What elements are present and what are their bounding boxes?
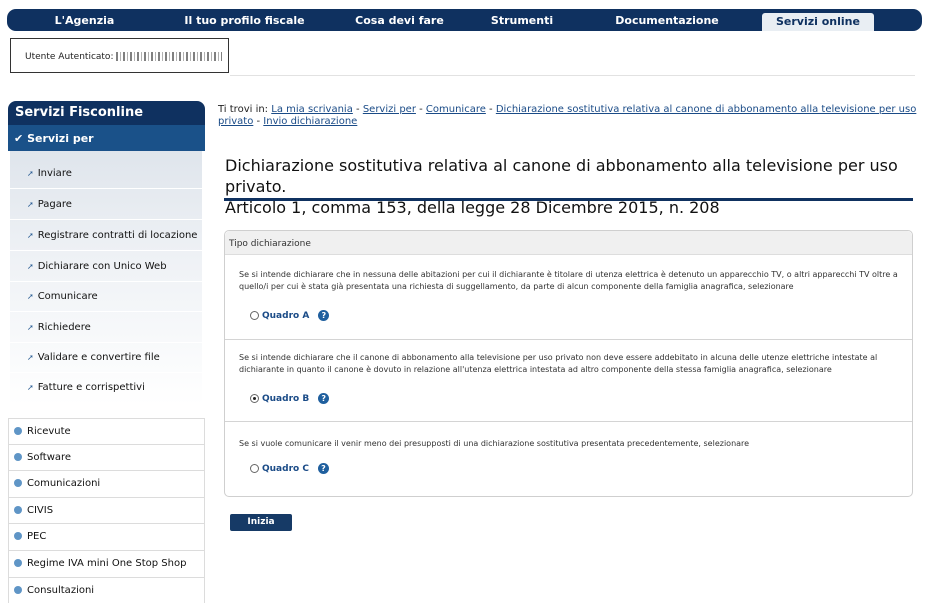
bullet-icon [14, 532, 22, 541]
breadcrumb-scrivania[interactable]: La mia scrivania [271, 104, 353, 115]
sidebar-item-label: Richiedere [37, 322, 91, 333]
option-label: Quadro C [262, 463, 309, 474]
breadcrumb-comunicare[interactable]: Comunicare [426, 104, 486, 115]
nav-profilo-fiscale[interactable]: Il tuo profilo fiscale [162, 14, 327, 27]
form-section-a: Se si intende dichiarare che in nessuna … [225, 256, 912, 340]
sidebar-item-richiedere[interactable]: ➚ Richiedere [10, 313, 202, 343]
sidebar-item-label: CIVIS [27, 504, 54, 516]
section-text: Se si vuole comunicare il venir meno dei… [239, 439, 750, 448]
sidebar-submenu: ➚ Inviare ➚ Pagare ➚ Registrare contratti d… [10, 151, 202, 405]
inizia-button[interactable]: Inizia [230, 514, 292, 531]
help-icon[interactable]: ? [318, 310, 330, 321]
breadcrumb-servizi-per[interactable]: Servizi per [363, 104, 416, 115]
nav-cosa-devi-fare[interactable]: Cosa devi fare [327, 14, 472, 27]
sidebar-item-label: Comunicare [37, 291, 98, 302]
radio-quadro-a[interactable] [250, 311, 259, 320]
sidebar-item-software[interactable]: Software [8, 444, 205, 472]
help-icon[interactable]: ? [318, 393, 330, 404]
sidebar-list: Ricevute Software Comunicazioni CIVIS PE… [8, 418, 205, 603]
bullet-icon [14, 452, 22, 461]
nav-agenzia[interactable]: L'Agenzia [7, 14, 162, 27]
arrow-icon: ➚ [27, 200, 34, 209]
option-label: Quadro A [262, 310, 310, 321]
sidebar-item-unico-web[interactable]: ➚ Dichiarare con Unico Web [10, 252, 202, 282]
nav-strumenti[interactable]: Strumenti [472, 14, 572, 27]
sidebar-item-label: Regime IVA mini One Stop Shop [27, 557, 187, 569]
option-quadro-b[interactable]: Quadro B ? [250, 393, 330, 404]
dichiarazione-form: Tipo dichiarazione Se si intende dichiar… [224, 230, 913, 497]
top-navigation: L'Agenzia Il tuo profilo fiscale Cosa de… [7, 9, 922, 31]
sidebar-item-consultazioni[interactable]: Consultazioni [8, 577, 205, 603]
sidebar-item-inviare[interactable]: ➚ Inviare [10, 159, 202, 189]
sidebar-item-label: Dichiarare con Unico Web [37, 261, 167, 272]
arrow-icon: ➚ [27, 383, 34, 392]
help-icon[interactable]: ? [317, 463, 329, 474]
form-header: Tipo dichiarazione [225, 231, 912, 255]
bullet-icon [14, 505, 22, 514]
sidebar-item-contratti-locazione[interactable]: ➚ Registrare contratti di locazione [10, 221, 202, 251]
user-label: Utente Autenticato: [25, 52, 114, 62]
arrow-icon: ➚ [27, 169, 34, 178]
breadcrumb-prefix: Ti trovi in: [218, 104, 269, 115]
sidebar-item-label: Consultazioni [27, 584, 95, 596]
nav-documentazione[interactable]: Documentazione [572, 14, 762, 27]
sidebar-item-civis[interactable]: CIVIS [8, 497, 205, 525]
bullet-icon [14, 427, 22, 435]
sidebar-title: Servizi Fisconline [8, 101, 205, 125]
header-divider [230, 75, 915, 76]
masked-user-name [116, 52, 223, 61]
sidebar-section-label: Servizi per [27, 132, 94, 145]
bullet-icon [14, 558, 22, 567]
sidebar-section-servizi-per[interactable]: ✔ Servizi per [8, 125, 205, 151]
sidebar-item-label: Ricevute [27, 426, 71, 437]
bullet-icon [14, 585, 22, 594]
bullet-icon [14, 479, 22, 488]
nav-servizi-online[interactable]: Servizi online [762, 13, 874, 31]
sidebar-item-pagare[interactable]: ➚ Pagare [10, 190, 202, 220]
arrow-icon: ➚ [27, 323, 34, 332]
sidebar-item-comunicazioni[interactable]: Comunicazioni [8, 471, 205, 498]
sidebar-item-label: Pagare [37, 199, 72, 210]
sidebar-item-validare[interactable]: ➚ Validare e convertire file [10, 343, 202, 373]
sidebar-item-fatture[interactable]: ➚ Fatture e corrispettivi [10, 373, 202, 403]
arrow-icon: ➚ [27, 353, 34, 362]
section-text: Se si intende dichiarare che in nessuna … [239, 270, 898, 291]
sidebar-item-label: Registrare contratti di locazione [37, 230, 198, 241]
sidebar-item-label: Inviare [37, 168, 72, 179]
user-box: Utente Autenticato: [10, 38, 229, 73]
option-quadro-c[interactable]: Quadro C ? [250, 463, 329, 474]
radio-quadro-b[interactable] [250, 394, 259, 403]
sidebar-item-label: Software [27, 451, 72, 463]
check-icon: ✔ [14, 132, 24, 145]
option-label: Quadro B [262, 393, 310, 404]
form-section-c: Se si vuole comunicare il venir meno dei… [225, 422, 912, 496]
arrow-icon: ➚ [27, 262, 34, 271]
title-divider [224, 198, 913, 201]
option-quadro-a[interactable]: Quadro A ? [250, 310, 330, 321]
page-title: Dichiarazione sostitutiva relativa al ca… [225, 155, 915, 218]
breadcrumb-invio[interactable]: Invio dichiarazione [263, 116, 357, 127]
sidebar-item-label: Fatture e corrispettivi [37, 382, 145, 393]
page-title-line1: Dichiarazione sostitutiva relativa al ca… [225, 156, 898, 196]
radio-quadro-c[interactable] [250, 464, 259, 473]
sidebar-item-label: Comunicazioni [27, 478, 101, 490]
section-text: Se si intende dichiarare che il canone d… [239, 353, 878, 374]
arrow-icon: ➚ [27, 231, 34, 240]
sidebar-item-pec[interactable]: PEC [8, 524, 205, 551]
arrow-icon: ➚ [27, 292, 34, 301]
sidebar-item-comunicare[interactable]: ➚ Comunicare [10, 282, 202, 312]
sidebar-item-moss[interactable]: Regime IVA mini One Stop Shop [8, 550, 205, 578]
form-section-b: Se si intende dichiarare che il canone d… [225, 340, 912, 422]
sidebar-item-label: Validare e convertire file [37, 352, 160, 363]
sidebar-item-label: PEC [27, 531, 47, 543]
breadcrumb: Ti trovi in: La mia scrivania - Servizi … [218, 104, 917, 127]
sidebar-item-ricevute[interactable]: Ricevute [8, 418, 205, 445]
